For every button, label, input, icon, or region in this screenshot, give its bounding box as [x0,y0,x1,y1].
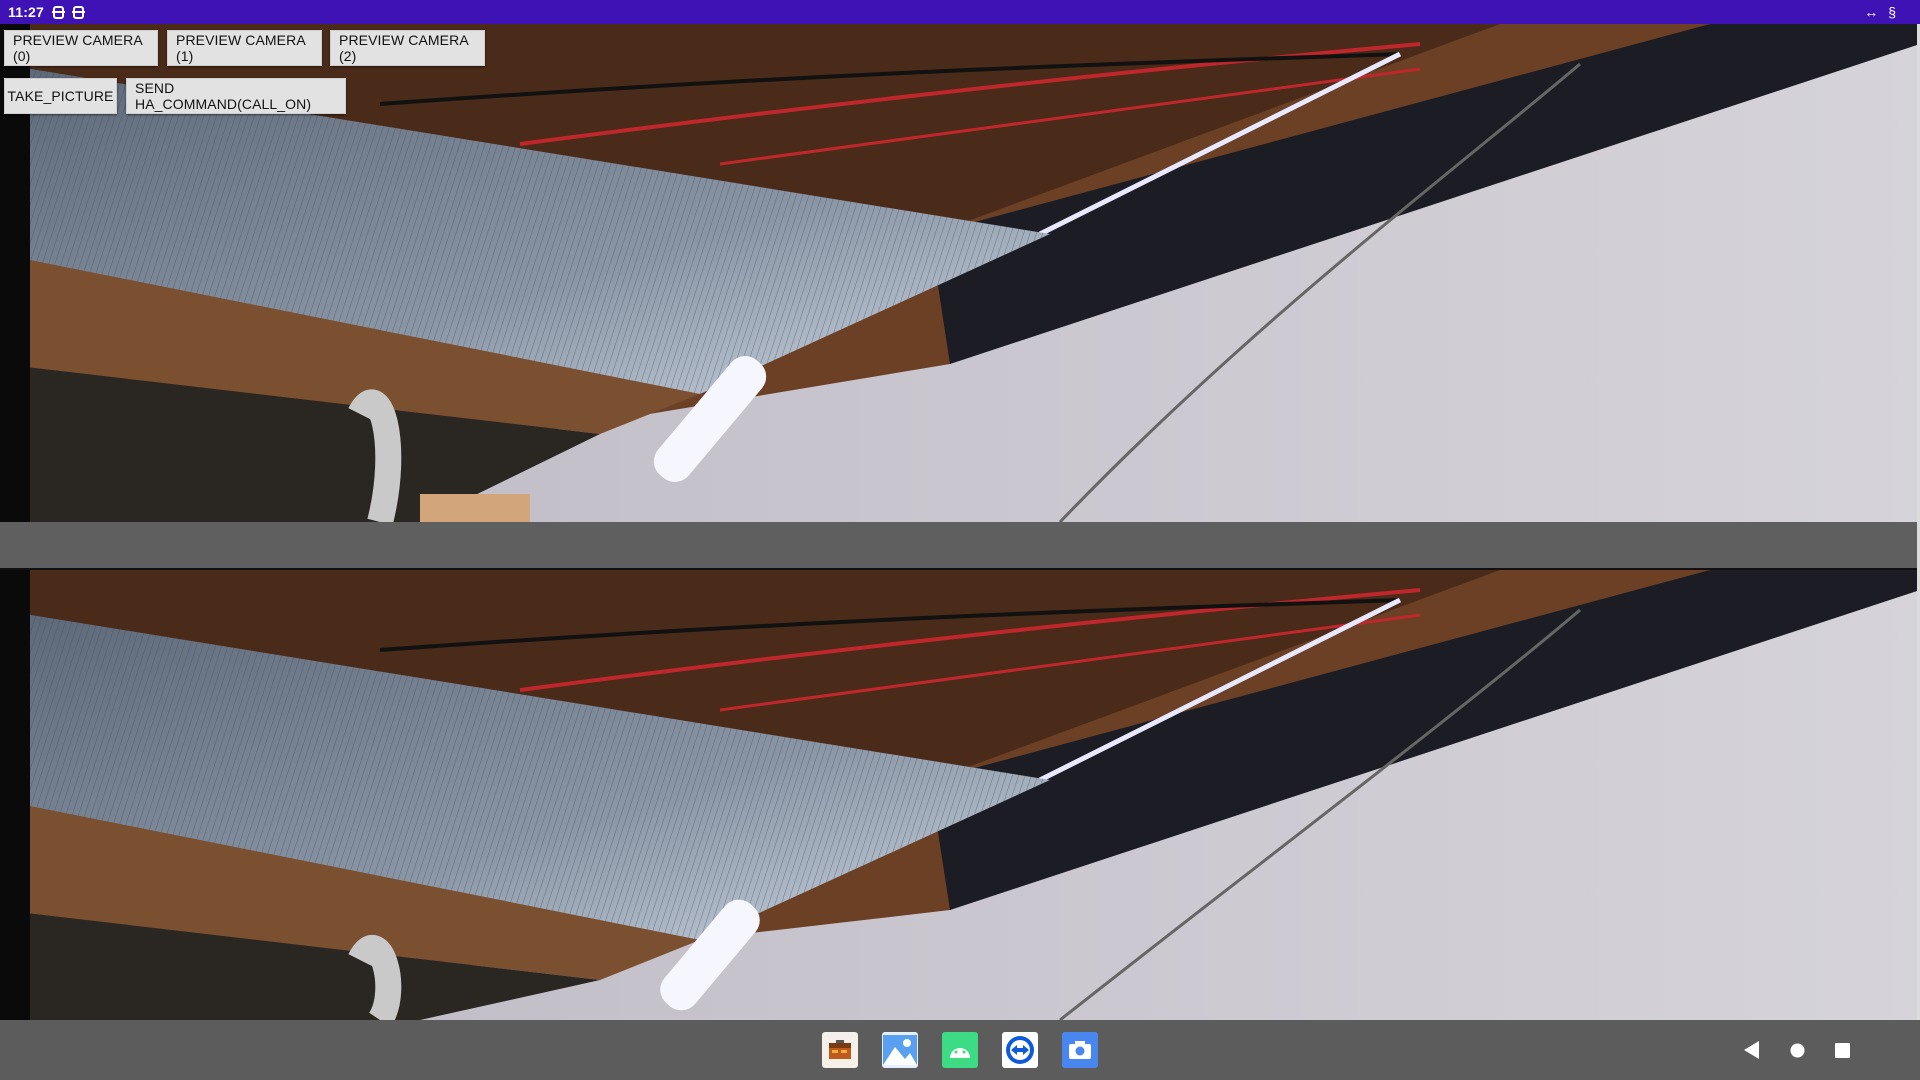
navigation-bar [0,1020,1920,1080]
status-bar: 11:27 ↔ § [0,0,1920,24]
back-icon[interactable] [1744,1041,1760,1064]
home-icon[interactable] [1790,1043,1805,1063]
preview-camera-1-button[interactable]: PREVIEW CAMERA (1) [167,30,322,66]
preview-separator [0,522,1920,568]
toolbox-app-icon[interactable] [822,1032,858,1068]
notification-s-icon-2 [72,5,86,19]
camera-app-icon[interactable] [1062,1032,1098,1068]
preview-camera-0-button[interactable]: PREVIEW CAMERA (0) [4,30,158,66]
signal-icon: § [1888,4,1896,20]
camera-preview-bottom [0,568,1920,1022]
remote-app-icon[interactable] [1002,1032,1038,1068]
code-arrows-icon: ↔ [1864,4,1879,20]
camera-feed-image [0,570,1920,1020]
recents-icon[interactable] [1835,1043,1850,1063]
android-app-icon[interactable] [942,1032,978,1068]
preview-camera-2-button[interactable]: PREVIEW CAMERA (2) [330,30,485,66]
notification-s-icon [52,5,66,19]
status-right-icons: ↔ § [1864,0,1896,24]
send-ha-command-button[interactable]: SEND HA_COMMAND(CALL_ON) [126,78,346,114]
gallery-app-icon[interactable] [882,1032,918,1068]
take-picture-button[interactable]: TAKE_PICTURE [4,78,117,114]
status-time: 11:27 [8,4,45,20]
